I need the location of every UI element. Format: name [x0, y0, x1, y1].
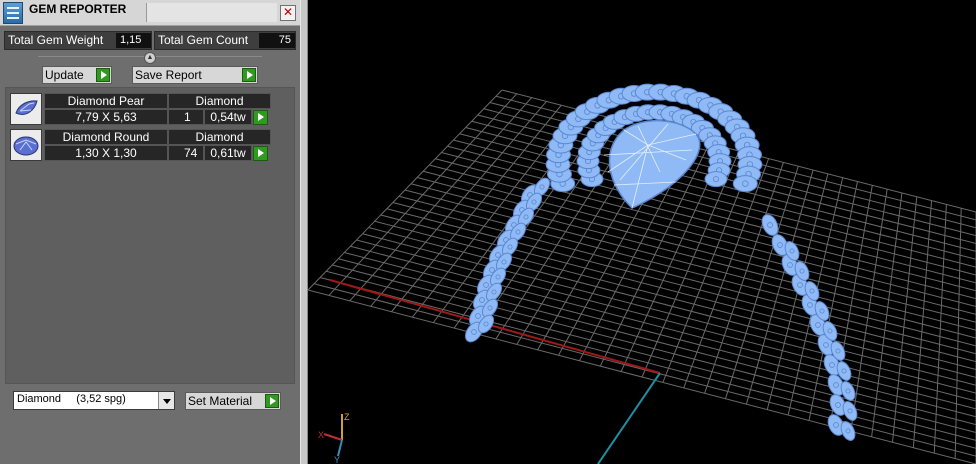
grid-line — [344, 252, 976, 418]
gem-weight: 0,54tw — [204, 109, 252, 125]
total-gem-count: Total Gem Count 75 — [154, 31, 296, 50]
grid-line — [380, 214, 976, 370]
grid-line — [319, 277, 976, 449]
gem-weight: 0,61tw — [204, 145, 252, 161]
grid-line — [350, 245, 976, 410]
grid-line — [308, 289, 976, 464]
save-report-button[interactable]: Save Report — [132, 66, 258, 84]
gem-name: Diamond Round — [44, 129, 168, 145]
panel-splitter[interactable] — [300, 0, 308, 464]
dropdown-arrow-icon[interactable] — [158, 392, 174, 409]
axis-label-x: X — [318, 430, 324, 440]
scene-canvas: Z X Y — [308, 83, 976, 464]
play-icon[interactable] — [265, 394, 279, 408]
app-icon — [3, 2, 23, 24]
total-gem-weight-value: 1,15 — [116, 33, 151, 48]
total-gem-count-value: 75 — [259, 33, 295, 48]
collapse-icon[interactable]: ▲ — [144, 52, 156, 64]
gem-material: Diamond — [168, 129, 271, 145]
axis-label-y: Y — [334, 455, 340, 464]
play-icon[interactable] — [253, 110, 268, 125]
pear-gem — [608, 120, 701, 209]
title-bar-field — [146, 3, 277, 22]
grid-line — [338, 258, 976, 426]
gem-row[interactable]: Diamond Pear Diamond 7,79 X 5,63 1 0,54t… — [10, 93, 271, 125]
axis-label-z: Z — [344, 412, 350, 422]
gem-size: 1,30 X 1,30 — [44, 145, 168, 161]
update-button[interactable]: Update — [42, 66, 112, 84]
gem-size: 7,79 X 5,63 — [44, 109, 168, 125]
gem-quantity: 1 — [168, 109, 204, 125]
grid-line — [871, 192, 903, 437]
play-icon[interactable] — [96, 68, 110, 82]
gem-material: Diamond — [168, 93, 271, 109]
close-icon[interactable]: ✕ — [280, 5, 296, 21]
gem-quantity: 74 — [168, 145, 204, 161]
round-gem — [704, 171, 728, 188]
material-select-value: Diamond (3,52 spg) — [17, 393, 126, 405]
play-icon[interactable] — [253, 146, 268, 161]
3d-viewport[interactable]: Z X Y — [308, 0, 976, 464]
grid-line — [704, 162, 784, 394]
grid-line — [332, 264, 976, 433]
gem-reporter-panel: GEM REPORTER ✕ Total Gem Weight 1,15 Tot… — [0, 0, 300, 464]
window-title: GEM REPORTER — [29, 2, 127, 16]
round-gem-icon — [10, 129, 42, 161]
total-gem-weight: Total Gem Weight 1,15 — [4, 31, 152, 50]
grid-line — [892, 196, 918, 443]
pear-gem-icon — [10, 93, 42, 125]
round-gem — [732, 175, 758, 193]
gem-name: Diamond Pear — [44, 93, 168, 109]
set-material-button-label: Set Material — [188, 394, 253, 408]
play-icon[interactable] — [242, 68, 256, 82]
y-axis-line — [597, 372, 661, 464]
axis-gizmo-icon: Z X Y — [318, 412, 350, 464]
material-select[interactable]: Diamond (3,52 spg) — [13, 391, 175, 410]
total-gem-weight-label: Total Gem Weight — [8, 33, 104, 47]
gem-model — [464, 83, 858, 441]
grid-line — [356, 239, 976, 402]
grid-line — [362, 233, 976, 394]
update-button-label: Update — [45, 68, 84, 82]
title-bar: GEM REPORTER ✕ — [0, 0, 300, 26]
gem-list: Diamond Pear Diamond 7,79 X 5,63 1 0,54t… — [5, 87, 295, 384]
grid-line — [313, 283, 976, 457]
total-gem-count-label: Total Gem Count — [158, 33, 249, 47]
grid-line — [850, 189, 888, 432]
set-material-button[interactable]: Set Material — [185, 392, 281, 410]
save-report-button-label: Save Report — [135, 68, 202, 82]
grid-line — [725, 166, 799, 399]
gem-row[interactable]: Diamond Round Diamond 1,30 X 1,30 74 0,6… — [10, 129, 271, 161]
